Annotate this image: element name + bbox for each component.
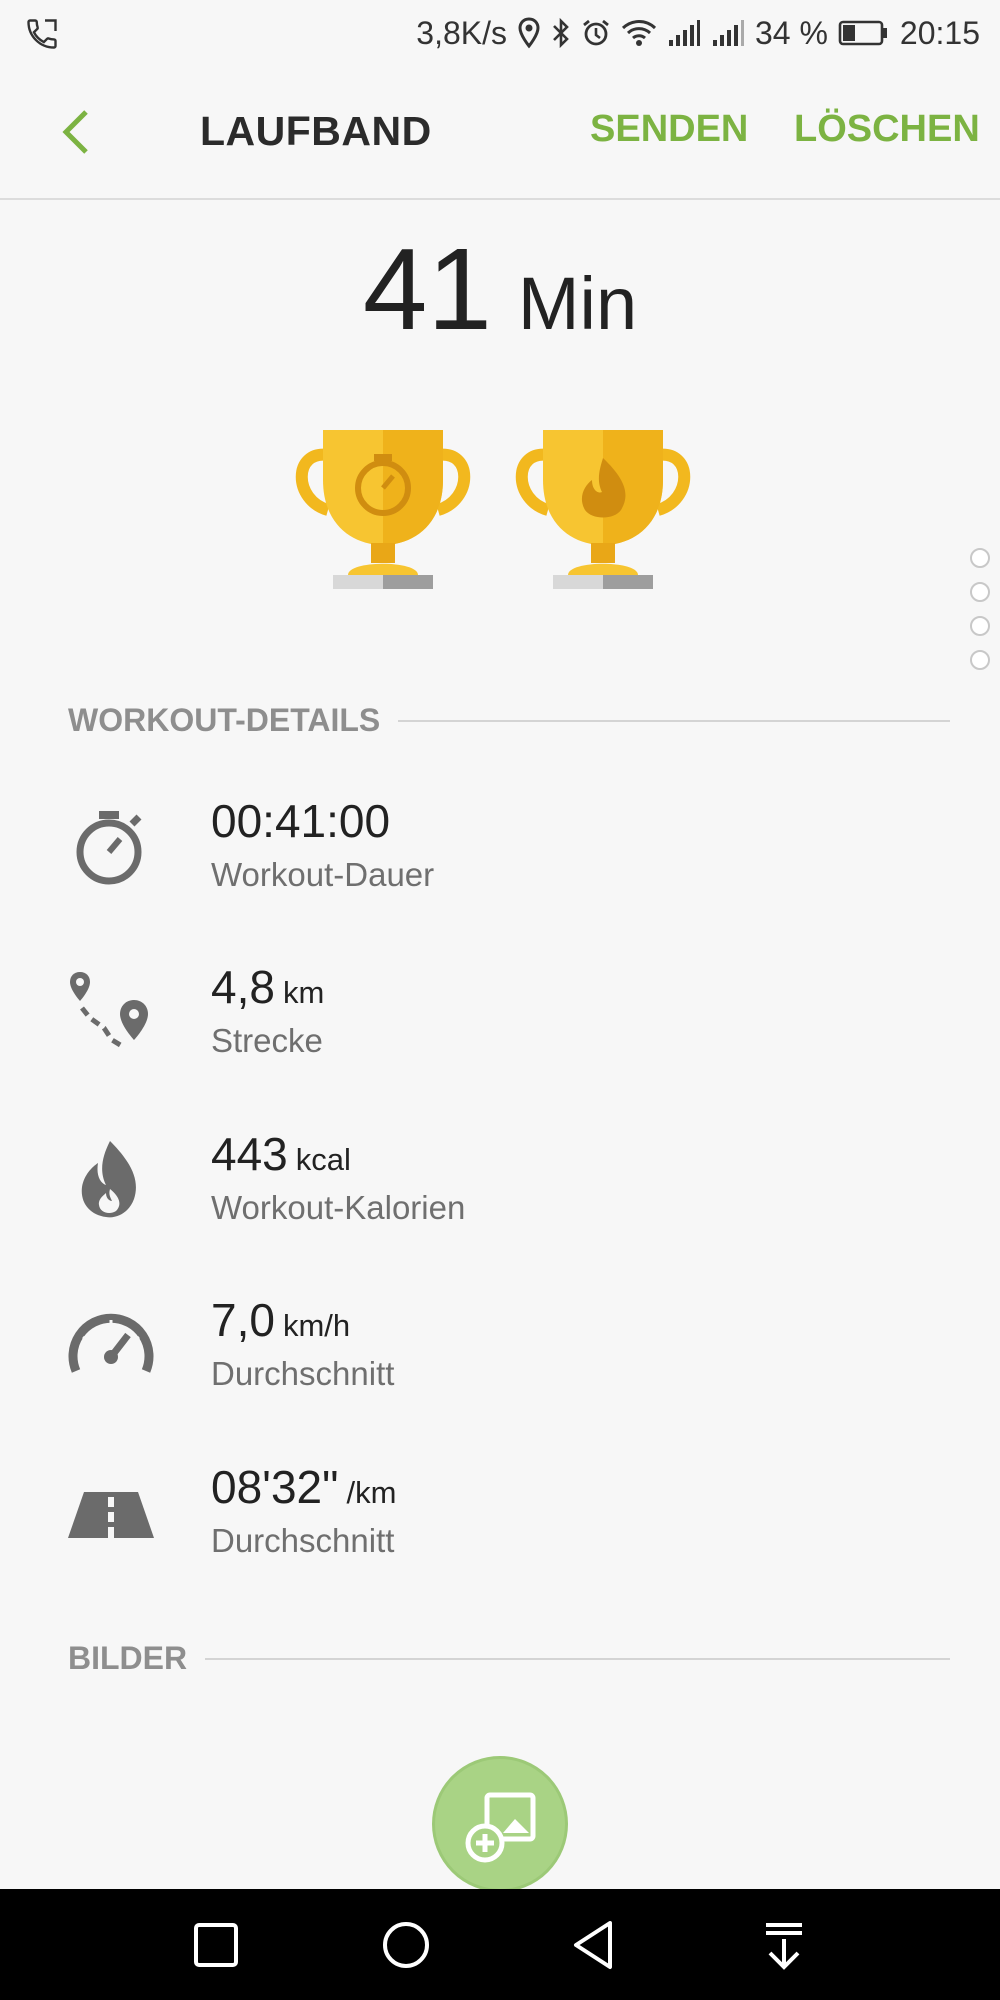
page-dot[interactable] <box>970 582 990 602</box>
value-unit: kcal <box>295 1142 351 1177</box>
detail-label: Strecke <box>211 1022 323 1059</box>
speedometer-icon <box>66 1301 156 1391</box>
value-text: 08'32" <box>211 1461 339 1513</box>
page-title: LAUFBAND <box>200 108 432 154</box>
battery-icon <box>838 18 890 48</box>
system-nav-bar <box>0 1889 1000 2000</box>
app-bar: LAUFBAND SENDEN LÖSCHEN <box>0 66 1000 200</box>
network-speed: 3,8K/s <box>416 14 507 51</box>
road-icon <box>66 1468 156 1558</box>
notification-pull-icon[interactable] <box>756 1917 812 1973</box>
divider <box>398 719 950 722</box>
phone-icon <box>24 16 60 52</box>
value-text: 7,0 <box>211 1294 275 1346</box>
detail-value: 4,8 km <box>211 960 324 1014</box>
location-icon <box>517 17 541 49</box>
section-title: BILDER <box>68 1640 188 1676</box>
workout-duration-headline: 41 Min <box>0 222 1000 356</box>
detail-label: Durchschnitt <box>211 1522 395 1559</box>
add-image-button[interactable] <box>432 1756 568 1892</box>
value-text: 443 <box>211 1128 288 1180</box>
back-button[interactable] <box>50 104 106 160</box>
detail-value: 7,0 km/h <box>211 1293 350 1347</box>
flame-trophy-icon[interactable] <box>508 420 698 605</box>
page-dot[interactable] <box>970 548 990 568</box>
delete-button[interactable]: LÖSCHEN <box>794 108 980 151</box>
images-header: BILDER <box>68 1640 950 1677</box>
stopwatch-icon <box>66 802 156 892</box>
duration-unit: Min <box>517 262 638 345</box>
detail-label: Workout-Dauer <box>211 856 435 893</box>
detail-row-speed: 7,0 km/h Durchschnitt <box>0 1293 1000 1433</box>
value-unit: km <box>282 975 325 1010</box>
page-dot[interactable] <box>970 616 990 636</box>
send-button[interactable]: SENDEN <box>590 108 748 151</box>
detail-row-pace: 08'32"/km Durchschnitt <box>0 1460 1000 1600</box>
home-icon[interactable] <box>378 1917 434 1973</box>
signal-icon <box>667 18 701 48</box>
chevron-left-icon <box>62 110 88 154</box>
value-text: 4,8 <box>211 961 275 1013</box>
value-unit: km/h <box>282 1308 351 1343</box>
clock-time: 20:15 <box>899 14 980 51</box>
page-dot[interactable] <box>970 650 990 670</box>
bluetooth-icon <box>551 17 571 49</box>
detail-value: 08'32"/km <box>211 1460 396 1514</box>
stopwatch-trophy-icon[interactable] <box>288 420 478 605</box>
section-title: WORKOUT-DETAILS <box>68 702 381 738</box>
detail-label: Workout-Kalorien <box>211 1189 466 1226</box>
page-indicator-dots[interactable] <box>970 548 990 684</box>
battery-percent: 34 % <box>754 14 828 51</box>
add-image-icon <box>465 1792 536 1863</box>
detail-label: Durchschnitt <box>211 1355 395 1392</box>
status-bar: 3,8K/s 34 % 20:15 <box>0 0 1000 66</box>
detail-value: 443 kcal <box>211 1127 351 1181</box>
workout-details-header: WORKOUT-DETAILS <box>68 702 950 739</box>
divider <box>205 1657 950 1660</box>
detail-row-distance: 4,8 km Strecke <box>0 960 1000 1100</box>
alarm-icon <box>581 18 611 48</box>
detail-value: 00:41:00 <box>211 794 398 848</box>
back-icon[interactable] <box>566 1917 622 1973</box>
value-unit: /km <box>346 1475 397 1510</box>
duration-value: 41 <box>362 224 492 354</box>
detail-row-duration: 00:41:00 Workout-Dauer <box>0 794 1000 934</box>
route-icon <box>66 968 156 1058</box>
signal-icon <box>711 18 745 48</box>
detail-row-calories: 443 kcal Workout-Kalorien <box>0 1127 1000 1267</box>
flame-icon <box>66 1135 156 1225</box>
value-text: 00:41:00 <box>211 795 391 847</box>
recent-apps-icon[interactable] <box>188 1917 244 1973</box>
wifi-icon <box>621 18 657 48</box>
